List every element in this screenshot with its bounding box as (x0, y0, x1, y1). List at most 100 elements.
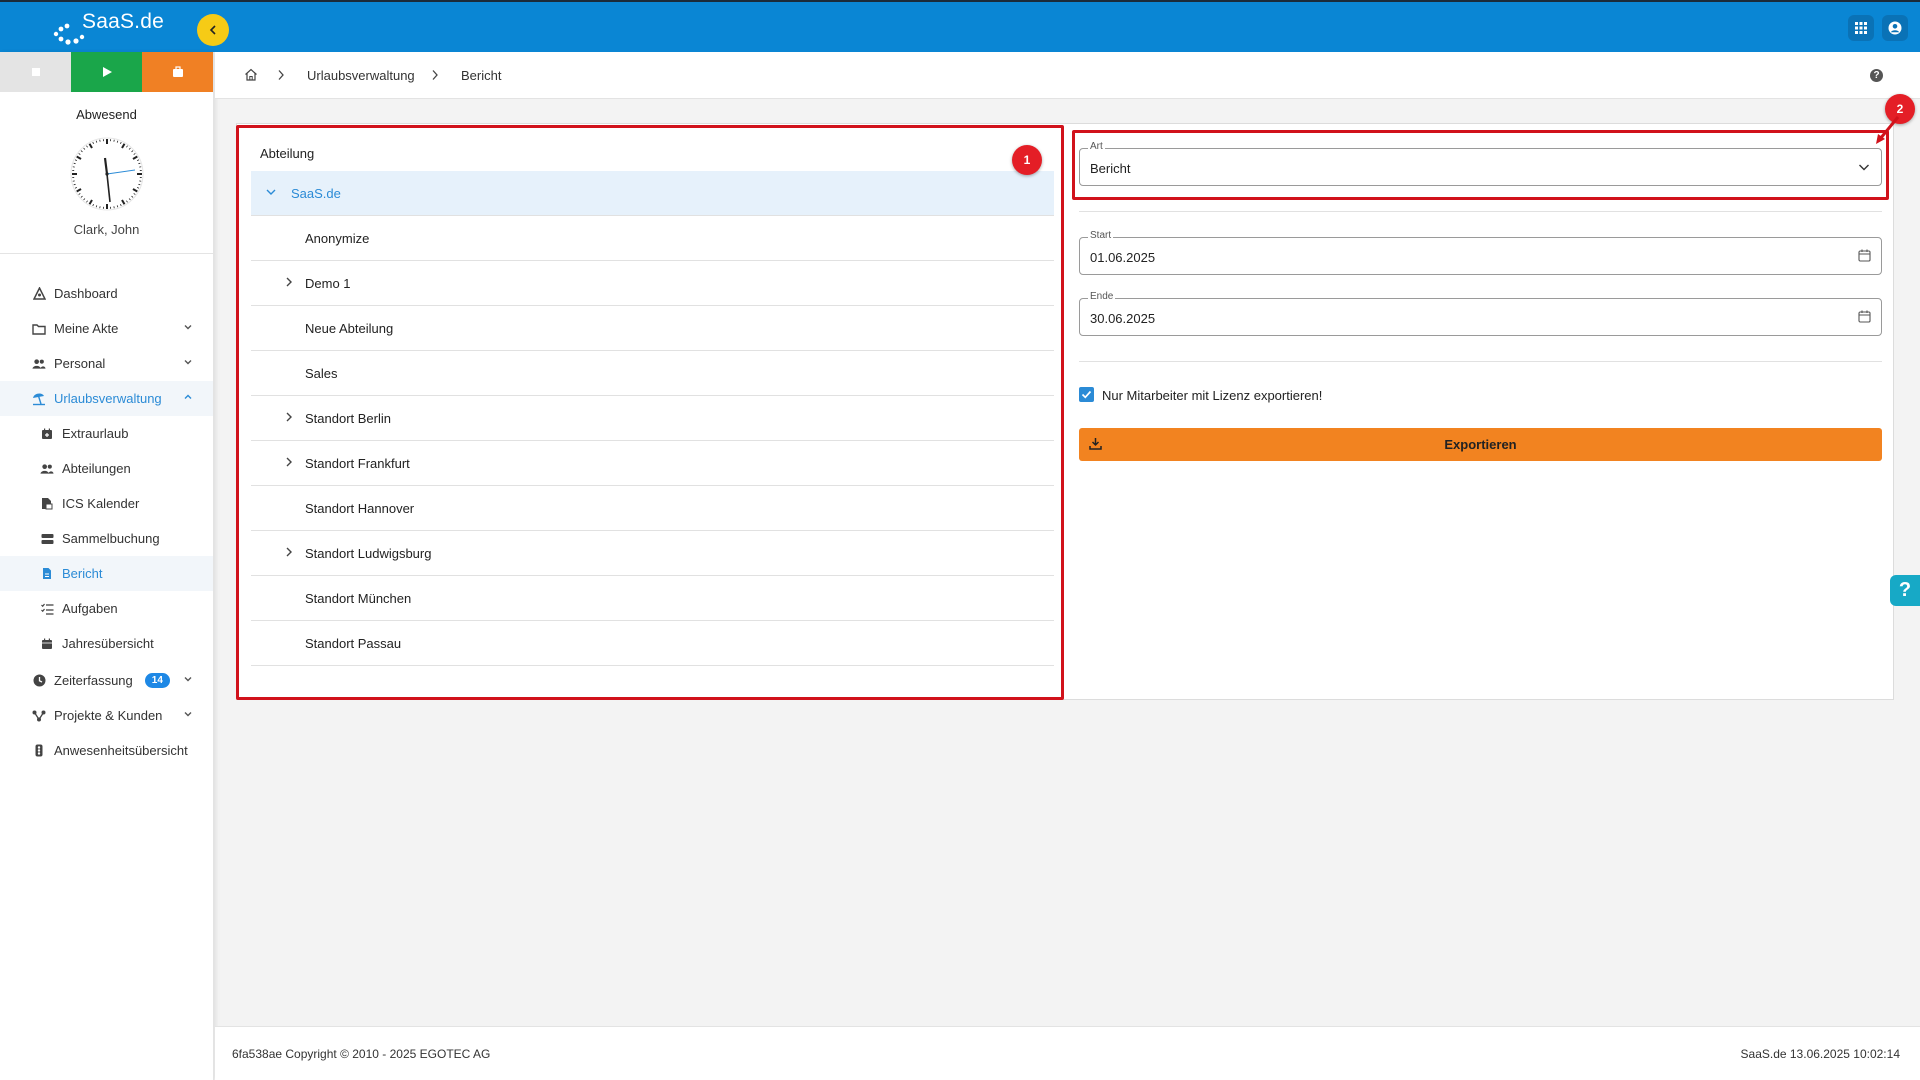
sidebar-item-dashboard[interactable]: Dashboard (0, 276, 213, 311)
chevron-up-icon (184, 394, 192, 399)
chevron-left-icon (209, 25, 216, 35)
play-icon (102, 67, 112, 77)
highlight-box-art (1072, 130, 1889, 200)
sidebar-item-abteilungen[interactable]: Abteilungen (0, 451, 213, 486)
sidebar-item-label: Abteilungen (62, 461, 131, 476)
breadcrumb: Urlaubsverwaltung Bericht ? (215, 52, 1920, 99)
sidebar-item-ics-kalender[interactable]: ICS Kalender (0, 486, 213, 521)
people-icon (40, 462, 54, 476)
sidebar-item-personal[interactable]: Personal (0, 346, 213, 381)
stack-icon (40, 532, 54, 546)
floating-help-button[interactable]: ? (1890, 575, 1920, 606)
sidebar-item-extraurlaub[interactable]: Extraurlaub (0, 416, 213, 451)
sidebar-item-anwesenheitsuebersicht[interactable]: Anwesenheitsübersicht (0, 733, 213, 768)
sidebar-item-label: Personal (54, 356, 106, 371)
traffic-light-icon (32, 744, 46, 758)
breadcrumb-item-urlaubsverwaltung[interactable]: Urlaubsverwaltung (307, 68, 415, 83)
sidebar-item-label: ICS Kalender (62, 496, 140, 511)
sidebar-item-meine-akte[interactable]: Meine Akte (0, 311, 213, 346)
sidebar-item-label: Meine Akte (54, 321, 119, 336)
question-icon: ? (1898, 579, 1912, 601)
highlight-box-tree (236, 125, 1064, 700)
time-tracking-controls (0, 52, 213, 92)
breadcrumb-item-bericht: Bericht (461, 68, 502, 83)
sidebar-item-label: Sammelbuchung (62, 531, 160, 546)
sidebar-item-label: Aufgaben (62, 601, 118, 616)
start-date-field[interactable]: Start 01.06.2025 (1079, 230, 1882, 275)
home-icon[interactable] (244, 68, 258, 81)
apps-grid-button[interactable] (1848, 15, 1874, 41)
folder-icon (32, 322, 46, 336)
annotation-arrow (1876, 116, 1900, 144)
sidebar-item-projekte-kunden[interactable]: Projekte & Kunden (0, 698, 213, 733)
chevron-down-icon (184, 712, 192, 717)
license-only-label[interactable]: Nur Mitarbeiter mit Lizenz exportieren! (1102, 388, 1322, 403)
sidebar: Abwesend Clark, John Dashboard Meine Akt… (0, 52, 214, 1080)
user-circle-icon (1888, 21, 1902, 35)
footer-timestamp: SaaS.de 13.06.2025 10:02:14 (1740, 1047, 1900, 1061)
task-list-icon (40, 602, 54, 616)
people-icon (32, 357, 46, 371)
sidebar-item-label: Jahresübersicht (62, 636, 154, 651)
dashboard-icon (32, 287, 46, 301)
form-divider (1079, 361, 1882, 362)
sidebar-item-urlaubsverwaltung[interactable]: Urlaubsverwaltung (0, 381, 213, 416)
grid-icon (1855, 22, 1867, 34)
report-file-icon (40, 567, 54, 581)
sidebar-item-bericht[interactable]: Bericht (0, 556, 213, 591)
chevron-down-icon (184, 360, 192, 365)
logo-dots-icon (53, 23, 85, 45)
count-badge: 14 (144, 673, 170, 688)
help-icon[interactable]: ? (1870, 69, 1883, 82)
chevron-right-icon (278, 70, 284, 80)
sidebar-nav: Dashboard Meine Akte Personal Urlaubsver… (0, 276, 213, 768)
stop-icon (31, 68, 40, 76)
footer: 6fa538ae Copyright © 2010 - 2025 EGOTEC … (215, 1026, 1920, 1080)
sidebar-divider (0, 253, 213, 254)
app-logo[interactable]: SaaS.de (52, 8, 172, 48)
user-name: Clark, John (73, 222, 140, 237)
calendar-icon[interactable] (1858, 310, 1871, 323)
calendar-plus-icon (40, 427, 54, 441)
sidebar-item-label: Zeiterfassung (54, 673, 133, 688)
briefcase-icon (172, 66, 183, 77)
project-network-icon (32, 709, 46, 723)
user-account-button[interactable] (1882, 15, 1908, 41)
start-button[interactable] (71, 52, 142, 92)
license-only-checkbox[interactable] (1079, 387, 1094, 402)
export-button-label: Exportieren (1444, 437, 1517, 452)
annotation-marker-1: 1 (1012, 145, 1042, 175)
top-bar: SaaS.de (0, 0, 1920, 52)
end-date-field[interactable]: Ende 30.06.2025 (1079, 291, 1882, 336)
start-value: 01.06.2025 (1090, 250, 1156, 265)
form-divider (1079, 211, 1882, 212)
beach-umbrella-icon (32, 392, 46, 406)
sidebar-item-aufgaben[interactable]: Aufgaben (0, 591, 213, 626)
file-calendar-icon (40, 497, 54, 511)
sidebar-item-label: Dashboard (54, 286, 118, 301)
presence-status: Abwesend (76, 107, 137, 122)
sidebar-item-label: Extraurlaub (62, 426, 129, 441)
stop-button[interactable] (0, 52, 71, 92)
calendar-icon (40, 637, 54, 651)
sidebar-item-sammelbuchung[interactable]: Sammelbuchung (0, 521, 213, 556)
sidebar-item-label: Anwesenheitsübersicht (54, 743, 188, 758)
chevron-right-icon (432, 70, 438, 80)
copyright-text: 6fa538ae Copyright © 2010 - 2025 EGOTEC … (232, 1047, 491, 1061)
end-label: Ende (1088, 291, 1116, 302)
checkmark-icon (1081, 390, 1092, 399)
sidebar-item-label: Projekte & Kunden (54, 708, 163, 723)
clock-icon (70, 137, 143, 211)
end-value: 30.06.2025 (1090, 311, 1156, 326)
sidebar-item-jahresuebersicht[interactable]: Jahresübersicht (0, 626, 213, 661)
sidebar-item-zeiterfassung[interactable]: Zeiterfassung 14 (0, 663, 213, 698)
calendar-icon[interactable] (1858, 249, 1871, 262)
export-button[interactable]: Exportieren (1079, 428, 1882, 461)
clock-small-icon (32, 674, 46, 688)
chevron-down-icon (184, 325, 192, 330)
logo-text: SaaS.de (82, 10, 164, 33)
chevron-down-icon (184, 677, 192, 682)
break-button[interactable] (142, 52, 213, 92)
sidebar-item-label: Bericht (62, 566, 103, 581)
collapse-sidebar-button[interactable] (197, 14, 229, 46)
